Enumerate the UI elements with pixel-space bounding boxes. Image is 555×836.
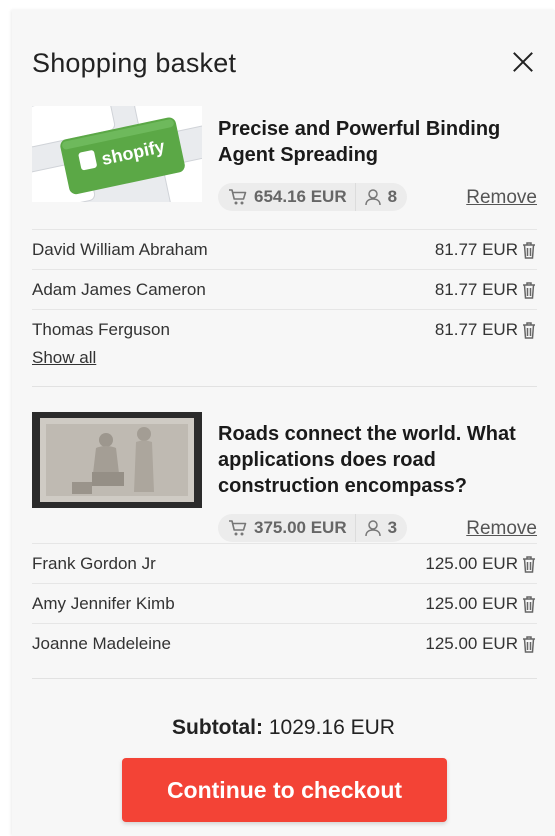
- participant-row: Adam James Cameron 81.77 EUR: [32, 269, 537, 310]
- product-summary-chip: 654.16 EUR 8: [218, 183, 408, 211]
- subtotal-label: Subtotal:: [172, 716, 264, 739]
- product-total: 375.00 EUR: [254, 518, 347, 537]
- remove-button[interactable]: Remove: [466, 518, 537, 540]
- chip-divider: [354, 183, 356, 211]
- participant-price: 125.00 EUR: [425, 634, 518, 653]
- participant-price: 125.00 EUR: [425, 594, 518, 613]
- participant-price-group: 125.00 EUR: [425, 554, 537, 574]
- participant-row: Frank Gordon Jr 125.00 EUR: [32, 543, 537, 584]
- product-meta: 654.16 EUR 8: [218, 183, 408, 211]
- participant-price: 81.77 EUR: [434, 320, 518, 339]
- person-icon: [364, 520, 381, 537]
- product-title[interactable]: Precise and Powerful Binding Agent Sprea…: [218, 116, 537, 168]
- participant-row: Joanne Madeleine 125.00 EUR: [32, 623, 537, 664]
- participant-name: Amy Jennifer Kimb: [32, 594, 175, 613]
- product-image: shopify: [32, 106, 202, 202]
- participant-row: Amy Jennifer Kimb 125.00 EUR: [32, 583, 537, 624]
- participant-name: Thomas Ferguson: [32, 320, 170, 339]
- show-all-link[interactable]: Show all: [32, 348, 96, 368]
- close-icon[interactable]: [509, 48, 537, 76]
- participant-name: Adam James Cameron: [32, 280, 206, 299]
- participant-count: 3: [387, 518, 398, 537]
- product-meta: 375.00 EUR 3: [218, 514, 408, 542]
- participant-price-group: 125.00 EUR: [425, 634, 537, 654]
- remove-button[interactable]: Remove: [466, 187, 537, 209]
- section-divider: [32, 678, 537, 679]
- cart-icon: [229, 189, 247, 205]
- trash-icon[interactable]: [521, 241, 537, 259]
- basket-title: Shopping basket: [32, 48, 237, 78]
- participant-price: 125.00 EUR: [425, 554, 518, 573]
- basket-header: Shopping basket: [32, 48, 537, 88]
- participant-price-group: 81.77 EUR: [435, 320, 537, 340]
- product-summary-chip: 375.00 EUR 3: [218, 514, 408, 542]
- participant-name: Joanne Madeleine: [32, 634, 171, 653]
- participant-count: 8: [387, 187, 398, 206]
- trash-icon[interactable]: [521, 555, 537, 573]
- product-image: [32, 412, 202, 508]
- trash-icon[interactable]: [521, 321, 537, 339]
- participant-price-group: 81.77 EUR: [435, 280, 537, 300]
- participant-row: Thomas Ferguson 81.77 EUR: [32, 309, 537, 350]
- trash-icon[interactable]: [521, 635, 537, 653]
- continue-to-checkout-button[interactable]: Continue to checkout: [122, 758, 447, 822]
- cart-icon: [229, 520, 247, 536]
- trash-icon[interactable]: [521, 595, 537, 613]
- basket-item: Roads connect the world. What applicatio…: [32, 412, 537, 653]
- shopping-basket-panel: Shopping basket shopify Precise and Powe…: [12, 10, 555, 836]
- participant-row: David William Abraham 81.77 EUR: [32, 229, 537, 270]
- participant-price-group: 125.00 EUR: [425, 594, 537, 614]
- product-total: 654.16 EUR: [254, 187, 347, 206]
- trash-icon[interactable]: [521, 281, 537, 299]
- chip-divider: [354, 514, 356, 542]
- person-icon: [364, 189, 381, 206]
- participant-price: 81.77 EUR: [434, 240, 518, 259]
- participant-name: Frank Gordon Jr: [32, 554, 156, 573]
- participant-name: David William Abraham: [32, 240, 208, 259]
- section-divider: [32, 386, 537, 387]
- basket-item: shopify Precise and Powerful Binding Age…: [32, 106, 537, 368]
- participant-price: 81.77 EUR: [434, 280, 518, 299]
- subtotal-value: 1029.16 EUR: [268, 716, 395, 739]
- subtotal: Subtotal: 1029.16 EUR: [12, 716, 555, 740]
- participant-price-group: 81.77 EUR: [435, 240, 537, 260]
- product-title[interactable]: Roads connect the world. What applicatio…: [218, 421, 537, 499]
